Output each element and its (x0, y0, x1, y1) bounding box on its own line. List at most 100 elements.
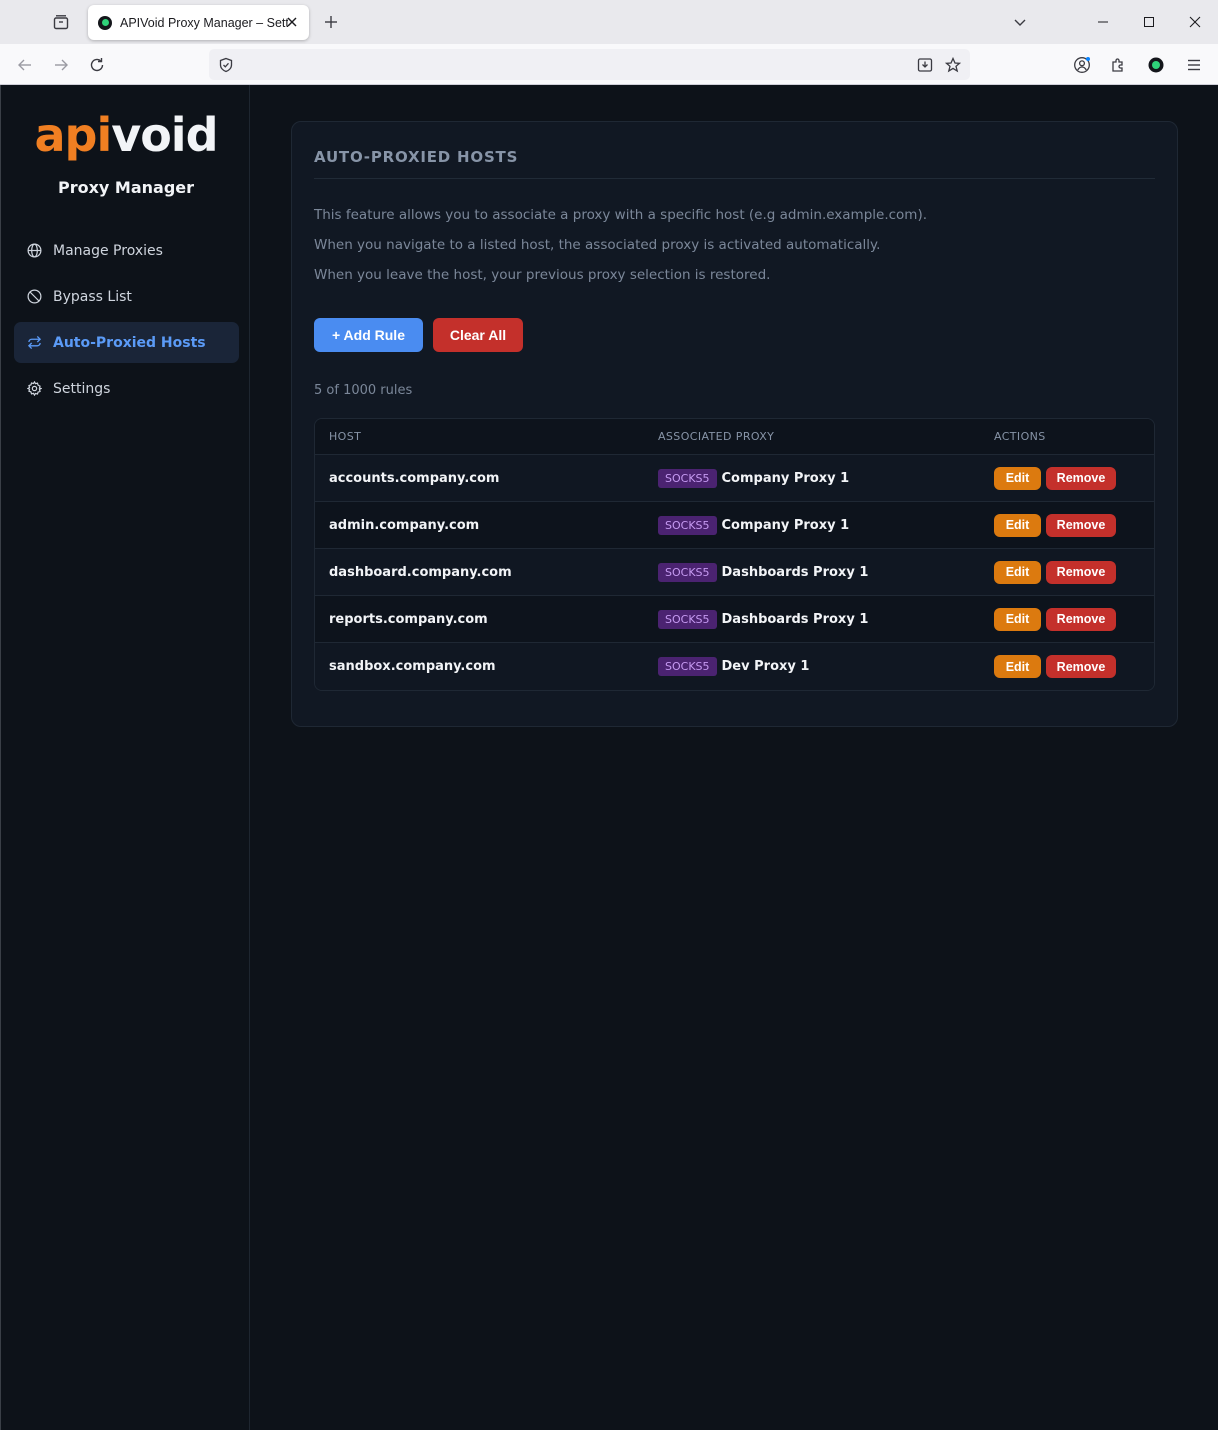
rules-table: HOST ASSOCIATED PROXY ACTIONS accounts.c… (314, 418, 1155, 691)
account-button[interactable] (1069, 52, 1095, 78)
browser-nav-bar (0, 44, 1218, 85)
proxy-name: Company Proxy 1 (721, 470, 850, 486)
tab-overview-button[interactable] (48, 10, 74, 34)
proxy-name: Dev Proxy 1 (721, 659, 810, 674)
sidebar-item-bypass-list[interactable]: Bypass List (14, 276, 239, 317)
minimize-button[interactable] (1090, 10, 1116, 34)
close-window-button[interactable] (1182, 10, 1208, 34)
sidebar-item-label: Settings (53, 380, 111, 397)
host-cell: admin.company.com (329, 517, 480, 533)
sidebar-item-settings[interactable]: Settings (14, 368, 239, 409)
address-bar[interactable] (209, 49, 970, 80)
add-rule-button[interactable]: + Add Rule (314, 318, 423, 352)
remove-button[interactable]: Remove (1046, 560, 1116, 584)
sidebar-item-label: Manage Proxies (53, 242, 163, 259)
column-header-proxy: ASSOCIATED PROXY (658, 430, 775, 443)
proxy-cell: SOCKS5 Company Proxy 1 (658, 468, 994, 488)
host-cell: sandbox.company.com (329, 659, 496, 674)
host-cell: reports.company.com (329, 611, 488, 627)
forward-button[interactable] (48, 52, 74, 78)
description-line-3: When you leave the host, your previous p… (314, 267, 771, 283)
actions-cell: Edit Remove (994, 513, 1116, 537)
app-menu-button[interactable] (1181, 52, 1207, 78)
table-row: sandbox.company.com SOCKS5 Dev Proxy 1 E… (315, 643, 1154, 690)
reload-button[interactable] (84, 52, 110, 78)
table-row: reports.company.com SOCKS5 Dashboards Pr… (315, 596, 1154, 643)
new-tab-button[interactable] (320, 11, 342, 33)
shield-icon[interactable] (216, 55, 236, 75)
proxy-cell: SOCKS5 Dashboards Proxy 1 (658, 562, 994, 582)
close-icon (287, 17, 297, 27)
remove-button[interactable]: Remove (1046, 513, 1116, 537)
remove-button[interactable]: Remove (1046, 607, 1116, 631)
bookmark-star-icon[interactable] (943, 55, 963, 75)
plus-icon (325, 16, 337, 28)
sidebar-item-label: Auto-Proxied Hosts (53, 334, 206, 351)
table-body: accounts.company.com SOCKS5 Company Prox… (315, 455, 1154, 690)
maximize-button[interactable] (1136, 10, 1162, 34)
tab-title: APIVoid Proxy Manager – Settings (120, 15, 288, 30)
gear-icon (27, 381, 42, 396)
sidebar: apivoid Proxy Manager Manage Proxies Byp… (0, 85, 250, 1430)
actions-cell: Edit Remove (994, 466, 1116, 490)
proxy-type-badge: SOCKS5 (658, 562, 717, 582)
table-header: HOST ASSOCIATED PROXY ACTIONS (315, 419, 1154, 455)
description-line-2: When you navigate to a listed host, the … (314, 237, 881, 253)
actions-cell: Edit Remove (994, 560, 1116, 584)
sync-arrows-icon (27, 335, 42, 350)
apivoid-extension-button[interactable] (1143, 52, 1169, 78)
sidebar-nav: Manage Proxies Bypass List Auto-Proxied … (14, 230, 239, 414)
download-icon[interactable] (915, 55, 935, 75)
globe-icon (27, 243, 42, 258)
main-content: AUTO-PROXIED HOSTS This feature allows y… (251, 85, 1218, 1430)
sidebar-item-auto-proxied-hosts[interactable]: Auto-Proxied Hosts (14, 322, 239, 363)
tab-close-button[interactable] (284, 14, 300, 30)
description-line-1: This feature allows you to associate a p… (314, 207, 928, 223)
column-header-host: HOST (329, 430, 362, 443)
remove-button[interactable]: Remove (1046, 655, 1116, 678)
table-row: accounts.company.com SOCKS5 Company Prox… (315, 455, 1154, 502)
rule-count: 5 of 1000 rules (314, 383, 413, 398)
browser-tab-active[interactable]: APIVoid Proxy Manager – Settings (88, 5, 309, 40)
ban-icon (27, 289, 42, 304)
edit-button[interactable]: Edit (994, 607, 1041, 631)
proxy-cell: SOCKS5 Dev Proxy 1 (658, 657, 994, 676)
remove-button[interactable]: Remove (1046, 466, 1116, 490)
list-all-tabs-button[interactable] (1007, 10, 1033, 34)
table-row: admin.company.com SOCKS5 Company Proxy 1… (315, 502, 1154, 549)
panel-title: AUTO-PROXIED HOSTS (314, 148, 519, 166)
clear-all-button[interactable]: Clear All (433, 318, 523, 352)
arrow-right-icon (55, 59, 68, 71)
proxy-type-badge: SOCKS5 (658, 468, 717, 488)
host-cell: accounts.company.com (329, 470, 500, 486)
edit-button[interactable]: Edit (994, 513, 1041, 537)
proxy-type-badge: SOCKS5 (658, 515, 717, 535)
proxy-name: Dashboards Proxy 1 (721, 564, 869, 580)
proxy-type-badge: SOCKS5 (658, 609, 717, 629)
reload-icon (90, 58, 104, 72)
apivoid-extension-icon (1148, 57, 1164, 73)
apivoid-logo: apivoid (1, 107, 251, 163)
arrow-left-icon (18, 59, 31, 71)
proxy-name: Company Proxy 1 (721, 517, 850, 533)
host-cell: dashboard.company.com (329, 564, 512, 580)
sidebar-item-label: Bypass List (53, 288, 132, 305)
actions-cell: Edit Remove (994, 655, 1116, 678)
browser-tab-bar: APIVoid Proxy Manager – Settings (0, 0, 1218, 44)
extensions-button[interactable] (1105, 52, 1131, 78)
proxy-type-badge: SOCKS5 (658, 657, 717, 676)
table-row: dashboard.company.com SOCKS5 Dashboards … (315, 549, 1154, 596)
logo-api-text: api (34, 108, 112, 162)
close-icon (1189, 16, 1201, 28)
maximize-icon (1144, 17, 1154, 27)
puzzle-icon (1112, 58, 1123, 72)
hamburger-menu-icon (1188, 59, 1200, 71)
edit-button[interactable]: Edit (994, 560, 1041, 584)
edit-button[interactable]: Edit (994, 466, 1041, 490)
tab-tray-icon (53, 15, 69, 30)
sidebar-item-manage-proxies[interactable]: Manage Proxies (14, 230, 239, 271)
edit-button[interactable]: Edit (994, 655, 1041, 678)
apivoid-favicon-icon (98, 15, 112, 30)
back-button[interactable] (12, 52, 38, 78)
account-icon (1074, 57, 1090, 73)
